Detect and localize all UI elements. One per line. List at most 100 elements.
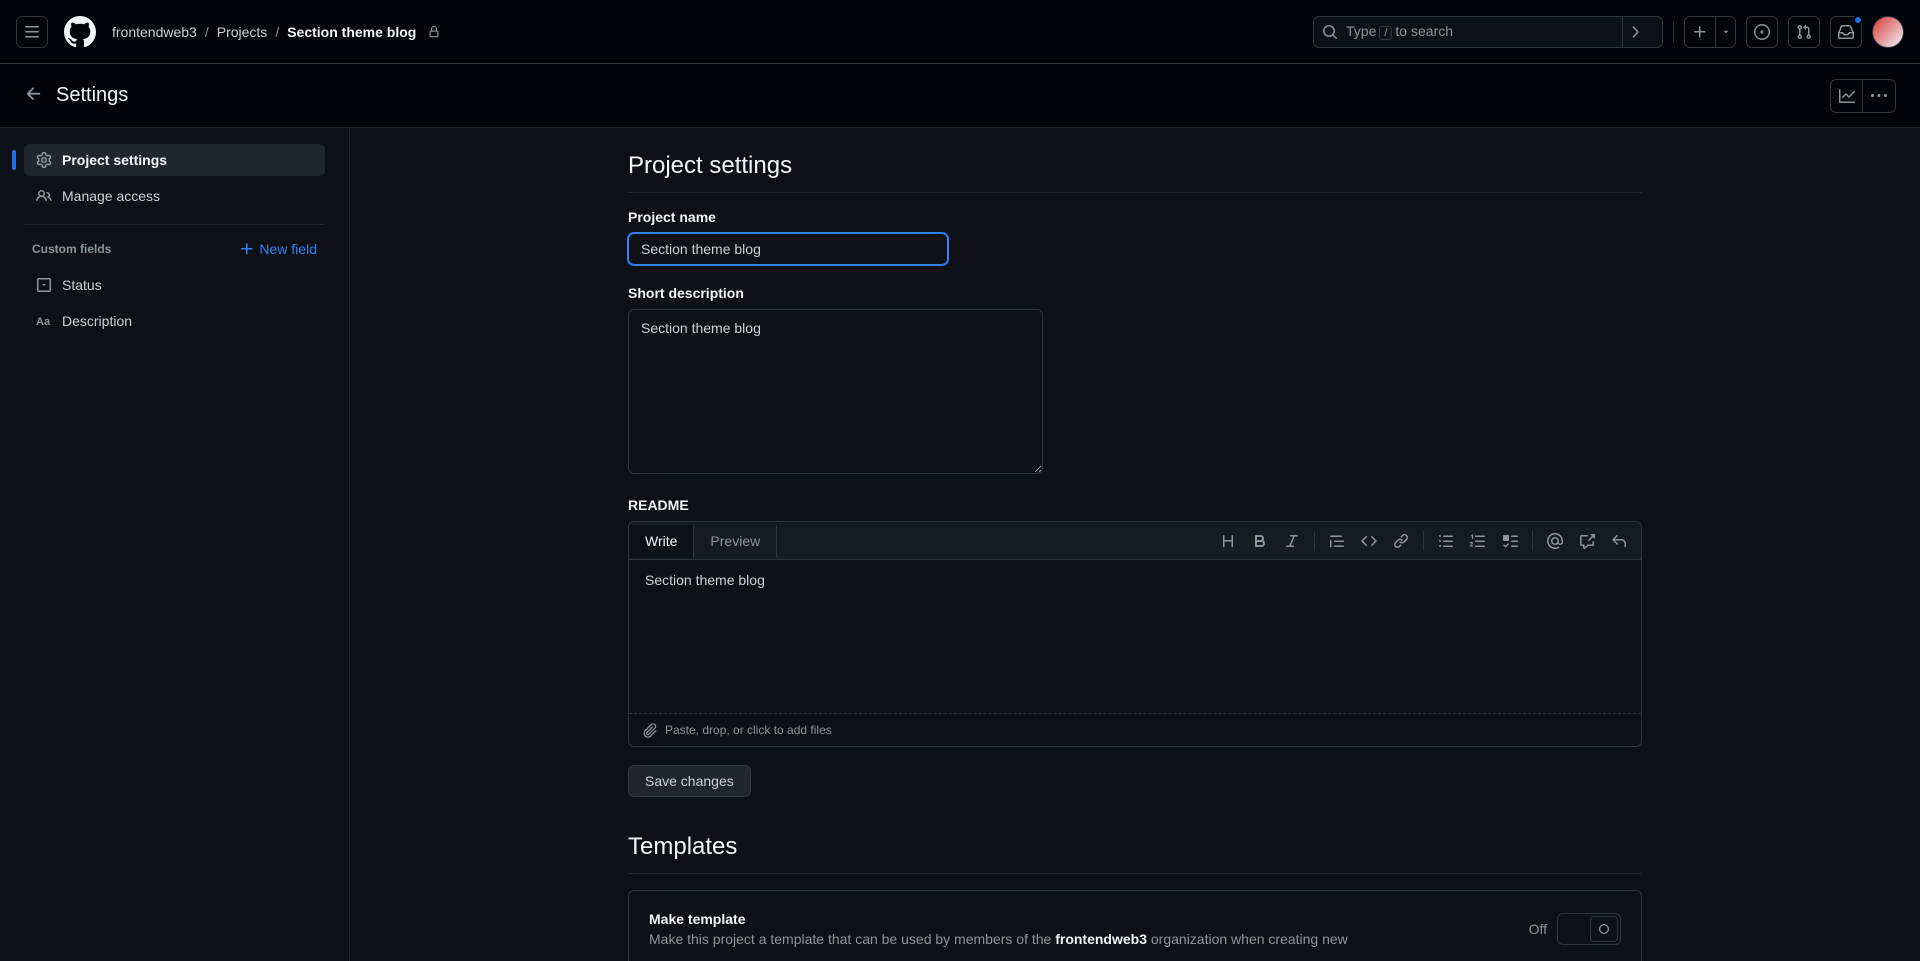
editor-footer-text: Paste, drop, or click to add files [665, 723, 832, 737]
header-divider [1673, 22, 1674, 42]
custom-fields-header: Custom fields New field [24, 237, 325, 261]
section-title: Project settings [628, 152, 1642, 193]
svg-text:Aa: Aa [36, 316, 51, 328]
new-field-button[interactable]: New field [239, 241, 317, 257]
notifications-button[interactable] [1830, 16, 1862, 48]
templates-title: Templates [628, 833, 1642, 874]
template-toggle[interactable] [1557, 913, 1621, 945]
readme-editor: Write Preview [628, 521, 1642, 747]
breadcrumbs: frontendweb3 / Projects / Section theme … [112, 24, 440, 40]
project-name-input[interactable] [628, 233, 948, 265]
github-icon [64, 16, 96, 48]
single-select-icon [36, 277, 52, 293]
back-button[interactable] [24, 84, 44, 107]
mention-button[interactable] [1541, 527, 1569, 555]
toolbar-separator [1314, 531, 1315, 551]
nav-label: Project settings [62, 152, 167, 168]
nav-divider [24, 224, 325, 225]
quote-button[interactable] [1323, 527, 1351, 555]
insights-button[interactable] [1831, 80, 1863, 112]
cross-reference-icon [1579, 533, 1595, 549]
bold-button[interactable] [1246, 527, 1274, 555]
notification-indicator [1853, 15, 1863, 25]
new-field-label: New field [259, 241, 317, 257]
mention-icon [1547, 533, 1563, 549]
link-icon [1393, 533, 1409, 549]
circle-icon [1597, 922, 1611, 936]
nav-field-status[interactable]: Status [24, 269, 325, 301]
nav-label: Description [62, 313, 132, 329]
top-header: frontendweb3 / Projects / Section theme … [0, 0, 1920, 64]
page-title: Settings [56, 84, 128, 107]
heading-icon [1220, 533, 1236, 549]
issues-button[interactable] [1746, 16, 1778, 48]
issue-icon [1754, 24, 1770, 40]
editor-toolbar [1214, 527, 1633, 555]
bold-icon [1252, 533, 1268, 549]
reply-button[interactable] [1605, 527, 1633, 555]
save-button[interactable]: Save changes [628, 765, 751, 797]
task-list-icon [1502, 533, 1518, 549]
heading-button[interactable] [1214, 527, 1242, 555]
breadcrumb-current[interactable]: Section theme blog [287, 24, 416, 40]
template-description: Make this project a template that can be… [649, 931, 1348, 947]
editor-tabs: Write Preview [629, 522, 1641, 560]
breadcrumb-separator: / [205, 24, 209, 40]
short-description-input[interactable]: Section theme blog [628, 309, 1043, 474]
template-box: Make template Make this project a templa… [628, 890, 1642, 961]
breadcrumb-separator: / [275, 24, 279, 40]
create-dropdown[interactable] [1716, 16, 1736, 48]
arrow-left-icon [24, 84, 44, 104]
breadcrumb-projects[interactable]: Projects [217, 24, 268, 40]
tab-preview[interactable]: Preview [694, 525, 777, 557]
tab-write[interactable]: Write [629, 525, 694, 558]
github-logo[interactable] [64, 16, 96, 48]
chevron-down-icon [1721, 27, 1731, 37]
user-avatar[interactable] [1872, 16, 1904, 48]
nav-label: Status [62, 277, 102, 293]
nav-project-settings[interactable]: Project settings [24, 144, 325, 176]
view-options [1830, 79, 1896, 113]
search-input[interactable]: Type/to search [1313, 16, 1663, 48]
editor-footer[interactable]: Paste, drop, or click to add files [629, 713, 1641, 746]
nav-field-description[interactable]: Aa Description [24, 305, 325, 337]
pull-requests-button[interactable] [1788, 16, 1820, 48]
menu-button[interactable] [16, 16, 48, 48]
command-icon [1627, 24, 1643, 40]
search-icon [1322, 24, 1338, 40]
task-list-button[interactable] [1496, 527, 1524, 555]
reply-icon [1611, 533, 1627, 549]
text-icon: Aa [36, 313, 52, 329]
nav-manage-access[interactable]: Manage access [24, 180, 325, 212]
graph-icon [1839, 88, 1855, 104]
sub-header: Settings [0, 64, 1920, 128]
bullet-list-button[interactable] [1432, 527, 1460, 555]
nav-label: Manage access [62, 188, 160, 204]
quote-icon [1329, 533, 1345, 549]
italic-icon [1284, 533, 1300, 549]
main-content: Project settings Project name Short desc… [350, 128, 1920, 961]
layout: Project settings Manage access Custom fi… [0, 128, 1920, 961]
breadcrumb-org[interactable]: frontendweb3 [112, 24, 197, 40]
template-heading: Make template [649, 911, 1348, 927]
pull-request-icon [1796, 24, 1812, 40]
kebab-icon [1871, 88, 1887, 104]
italic-button[interactable] [1278, 527, 1306, 555]
create-menu [1684, 16, 1736, 48]
toggle-handle [1590, 916, 1618, 942]
project-name-label: Project name [628, 209, 1642, 225]
readme-textarea[interactable]: Section theme blog [629, 560, 1641, 710]
plus-icon [1692, 24, 1708, 40]
cross-reference-button[interactable] [1573, 527, 1601, 555]
link-button[interactable] [1387, 527, 1415, 555]
toolbar-separator [1532, 531, 1533, 551]
code-icon [1361, 533, 1377, 549]
more-options-button[interactable] [1863, 80, 1895, 112]
code-button[interactable] [1355, 527, 1383, 555]
sidebar: Project settings Manage access Custom fi… [0, 128, 350, 961]
command-palette-button[interactable] [1622, 16, 1654, 48]
people-icon [36, 188, 52, 204]
numbered-list-button[interactable] [1464, 527, 1492, 555]
create-button[interactable] [1684, 16, 1716, 48]
header-right: Type/to search [1313, 16, 1904, 48]
